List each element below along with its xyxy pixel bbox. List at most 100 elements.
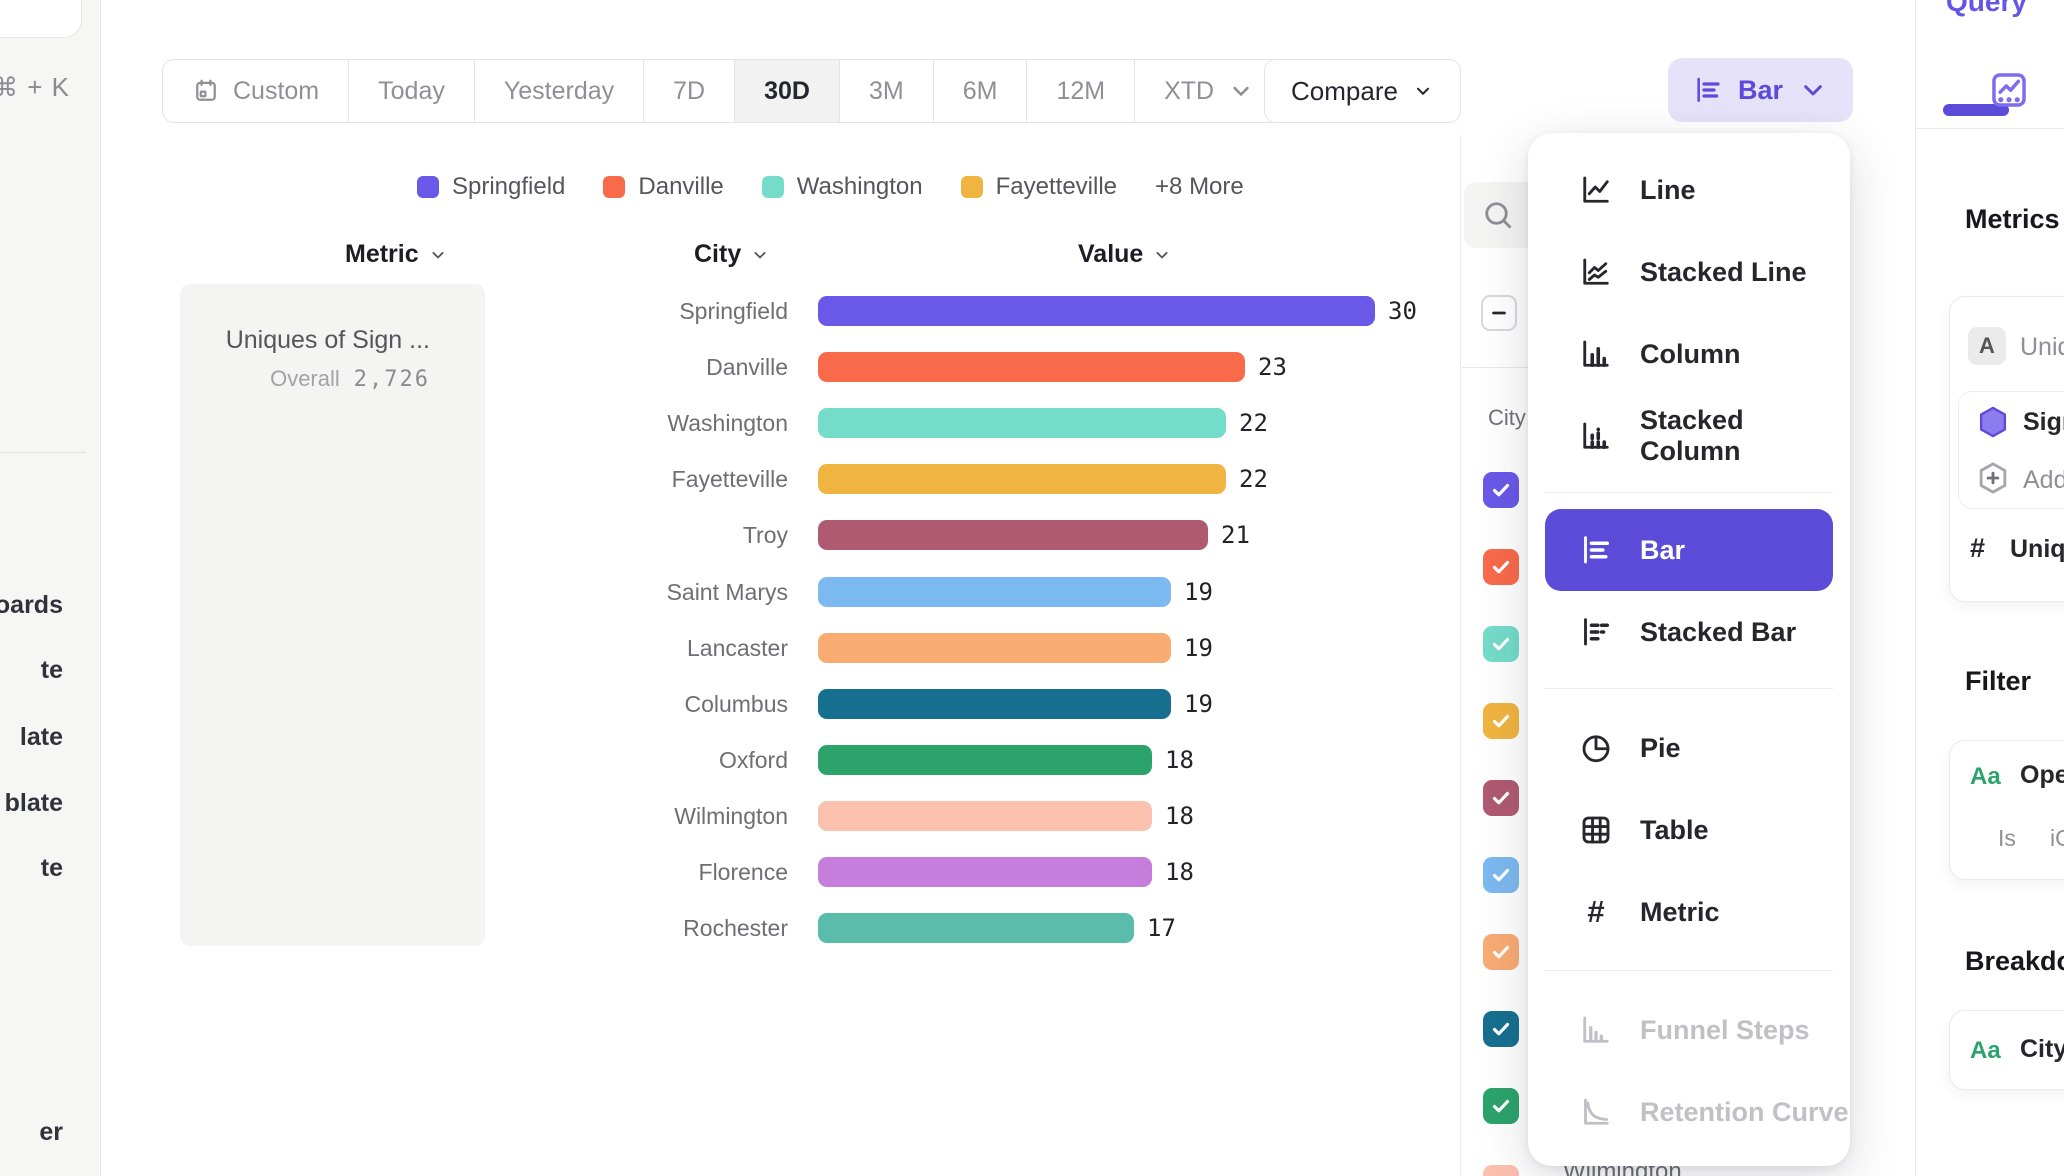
city-checkbox-oxford[interactable] xyxy=(1483,1088,1519,1124)
menu-item-metric[interactable]: #Metric xyxy=(1528,871,1850,953)
menu-item-stacked-column[interactable]: Stacked Column xyxy=(1528,395,1850,477)
menu-item-stacked-bar[interactable]: Stacked Bar xyxy=(1528,591,1850,673)
menu-item-line[interactable]: Line xyxy=(1528,149,1850,231)
date-range-label: 6M xyxy=(963,77,998,106)
menu-item-label: Funnel Steps xyxy=(1640,1015,1810,1046)
bar-washington[interactable] xyxy=(818,408,1226,438)
sidebar-item-te[interactable]: te xyxy=(41,656,63,685)
sidebar-item-er[interactable]: er xyxy=(39,1118,63,1147)
city-checkbox-washington[interactable] xyxy=(1483,626,1519,662)
date-range-custom[interactable]: Custom xyxy=(163,60,348,122)
count-label[interactable]: Uniques xyxy=(2010,535,2064,564)
chart-type-menu: Line Stacked LineColumnStacked Column Bar S… xyxy=(1528,133,1850,1166)
city-checkbox-troy[interactable] xyxy=(1483,780,1519,816)
date-range-12m[interactable]: 12M xyxy=(1026,60,1134,122)
bar-florence[interactable] xyxy=(818,857,1152,887)
legend-item-springfield[interactable]: Springfield xyxy=(417,173,565,201)
bar-rochester[interactable] xyxy=(818,913,1134,943)
check-icon xyxy=(1489,863,1513,887)
legend-item-danville[interactable]: Danville xyxy=(603,173,723,201)
column-header-value[interactable]: Value xyxy=(1078,240,1172,269)
check-icon xyxy=(1489,478,1513,502)
menu-item-retention-curve: Retention Curve xyxy=(1528,1071,1850,1153)
chart-type-button[interactable]: Bar xyxy=(1668,58,1853,122)
legend-swatch xyxy=(762,176,784,198)
menu-item-stacked-line[interactable]: Stacked Line xyxy=(1528,231,1850,313)
breakdown-property-label[interactable]: City xyxy=(2020,1035,2064,1064)
date-range-today[interactable]: Today xyxy=(348,60,474,122)
legend-swatch xyxy=(961,176,983,198)
bar-lancaster[interactable] xyxy=(818,633,1171,663)
bar-columbus[interactable] xyxy=(818,689,1171,719)
panel-divider xyxy=(1460,135,1461,1176)
bar-springfield[interactable] xyxy=(818,296,1375,326)
bar-fayetteville[interactable] xyxy=(818,464,1226,494)
sidebar-item-blate[interactable]: blate xyxy=(5,789,63,818)
bar-value: 21 xyxy=(1221,520,1250,550)
sidebar-item-te[interactable]: te xyxy=(41,854,63,883)
metric-title: Uniques of Sign ... xyxy=(226,326,430,355)
menu-item-label: Line xyxy=(1640,175,1696,206)
date-range-3m[interactable]: 3M xyxy=(839,60,933,122)
add-event-label[interactable]: Add xyxy=(2023,466,2064,495)
left-sidebar: ⌘ + K oardstelateblateteer xyxy=(0,0,101,1176)
add-event-icon[interactable] xyxy=(1975,460,2011,496)
calendar-icon xyxy=(192,77,220,105)
date-range-label: 30D xyxy=(764,77,810,106)
city-checkbox-columbus[interactable] xyxy=(1483,1011,1519,1047)
bar-row-label: Springfield xyxy=(420,296,788,326)
event-label[interactable]: Sign xyxy=(2023,408,2064,437)
select-all-checkbox[interactable] xyxy=(1481,295,1517,331)
bar-row-label: Danville xyxy=(420,352,788,382)
city-checkbox-danville[interactable] xyxy=(1483,549,1519,585)
menu-item-table[interactable]: Table xyxy=(1528,789,1850,871)
insights-icon[interactable] xyxy=(1987,68,2031,112)
insights-report-view: ⌘ + K oardstelateblateteer CustomTodayYe… xyxy=(0,0,2064,1176)
city-checkbox-saint-marys[interactable] xyxy=(1483,857,1519,893)
bar-saint-marys[interactable] xyxy=(818,577,1171,607)
metrics-heading: Metrics xyxy=(1965,204,2060,235)
filter-value-label[interactable]: iOS xyxy=(2050,825,2064,852)
date-range-label: XTD xyxy=(1164,77,1214,106)
menu-item-bar[interactable]: Bar xyxy=(1545,509,1833,591)
menu-divider xyxy=(1545,492,1833,493)
bar-troy[interactable] xyxy=(818,520,1208,550)
event-hexagon-icon[interactable] xyxy=(1975,404,2011,440)
city-checkbox-wilmington[interactable] xyxy=(1483,1165,1519,1176)
column-header-city[interactable]: City xyxy=(694,240,770,269)
metric-summary-card[interactable]: Uniques of Sign ... Overall 2,726 xyxy=(180,284,485,946)
date-range-xtd[interactable]: XTD xyxy=(1134,60,1284,122)
column-header-metric[interactable]: Metric xyxy=(345,240,448,269)
legend-more-button[interactable]: +8 More xyxy=(1155,173,1244,201)
compare-button[interactable]: Compare xyxy=(1264,59,1461,123)
filter-property-label[interactable]: Opened xyxy=(2020,761,2064,790)
bar-wilmington[interactable] xyxy=(818,801,1152,831)
date-range-7d[interactable]: 7D xyxy=(643,60,734,122)
menu-item-column[interactable]: Column xyxy=(1528,313,1850,395)
bar-row-label: Oxford xyxy=(420,745,788,775)
bar-danville[interactable] xyxy=(818,352,1245,382)
filter-operator-label[interactable]: Is xyxy=(1998,825,2016,852)
legend-item-fayetteville[interactable]: Fayetteville xyxy=(961,173,1117,201)
filter-card[interactable]: Aa Opened Is iOS xyxy=(1949,740,2064,880)
metric-letter-badge[interactable]: A xyxy=(1968,327,2006,365)
chevron-down-icon xyxy=(1412,80,1434,102)
city-checkbox-lancaster[interactable] xyxy=(1483,934,1519,970)
minus-icon xyxy=(1486,300,1512,326)
menu-item-pie[interactable]: Pie xyxy=(1528,707,1850,789)
bar-row-label: Fayetteville xyxy=(420,464,788,494)
tab-query[interactable]: Query xyxy=(1946,0,2027,18)
date-range-yesterday[interactable]: Yesterday xyxy=(474,60,643,122)
bar-oxford[interactable] xyxy=(818,745,1152,775)
sidebar-item-late[interactable]: late xyxy=(20,723,63,752)
legend-item-washington[interactable]: Washington xyxy=(762,173,923,201)
city-checkbox-springfield[interactable] xyxy=(1483,472,1519,508)
breakdown-card[interactable]: Aa City xyxy=(1949,1010,2064,1090)
date-range-30d[interactable]: 30D xyxy=(734,60,839,122)
menu-item-label: Bar xyxy=(1640,535,1685,566)
metrics-card: A Uniques of Sign Add # Uniques xyxy=(1949,296,2064,602)
sidebar-item-oards[interactable]: oards xyxy=(0,591,63,620)
metric-name-label[interactable]: Uniques of xyxy=(2020,333,2064,362)
city-checkbox-fayetteville[interactable] xyxy=(1483,703,1519,739)
date-range-6m[interactable]: 6M xyxy=(933,60,1027,122)
